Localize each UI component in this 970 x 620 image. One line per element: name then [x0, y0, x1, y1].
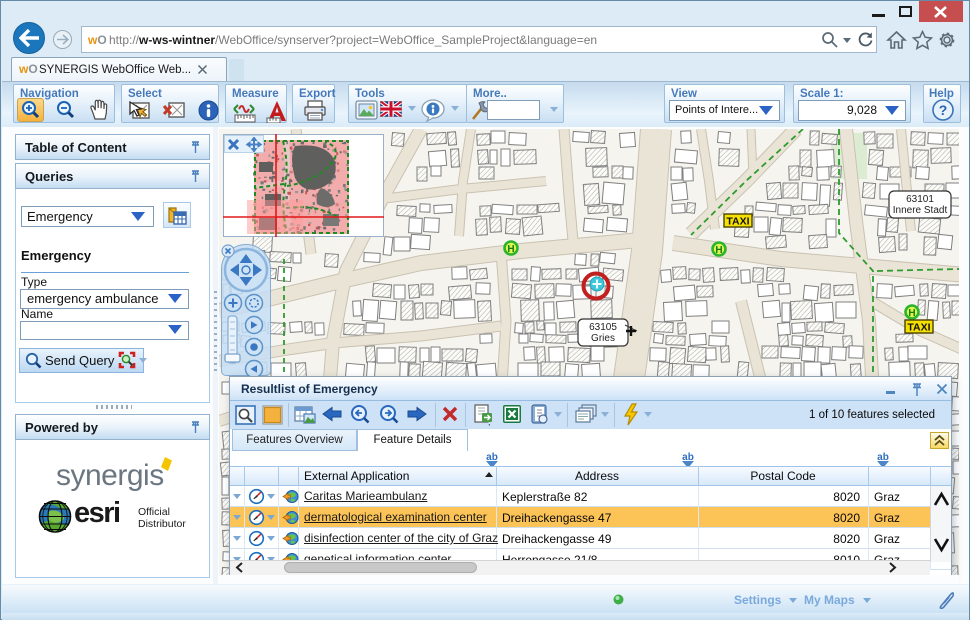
svg-text:,: ,: [488, 417, 491, 426]
svg-text:63105: 63105: [589, 322, 617, 333]
svg-text:TAXI: TAXI: [726, 216, 749, 228]
svg-text:H: H: [715, 245, 722, 256]
svg-text:?: ?: [939, 102, 948, 118]
svg-text:Gries: Gries: [591, 333, 615, 344]
svg-text:Innere Stadt: Innere Stadt: [893, 205, 948, 216]
svg-text:H: H: [507, 244, 514, 255]
svg-text:H: H: [908, 308, 915, 319]
svg-text:TAXI: TAXI: [907, 322, 930, 334]
svg-text:63101: 63101: [906, 194, 934, 205]
